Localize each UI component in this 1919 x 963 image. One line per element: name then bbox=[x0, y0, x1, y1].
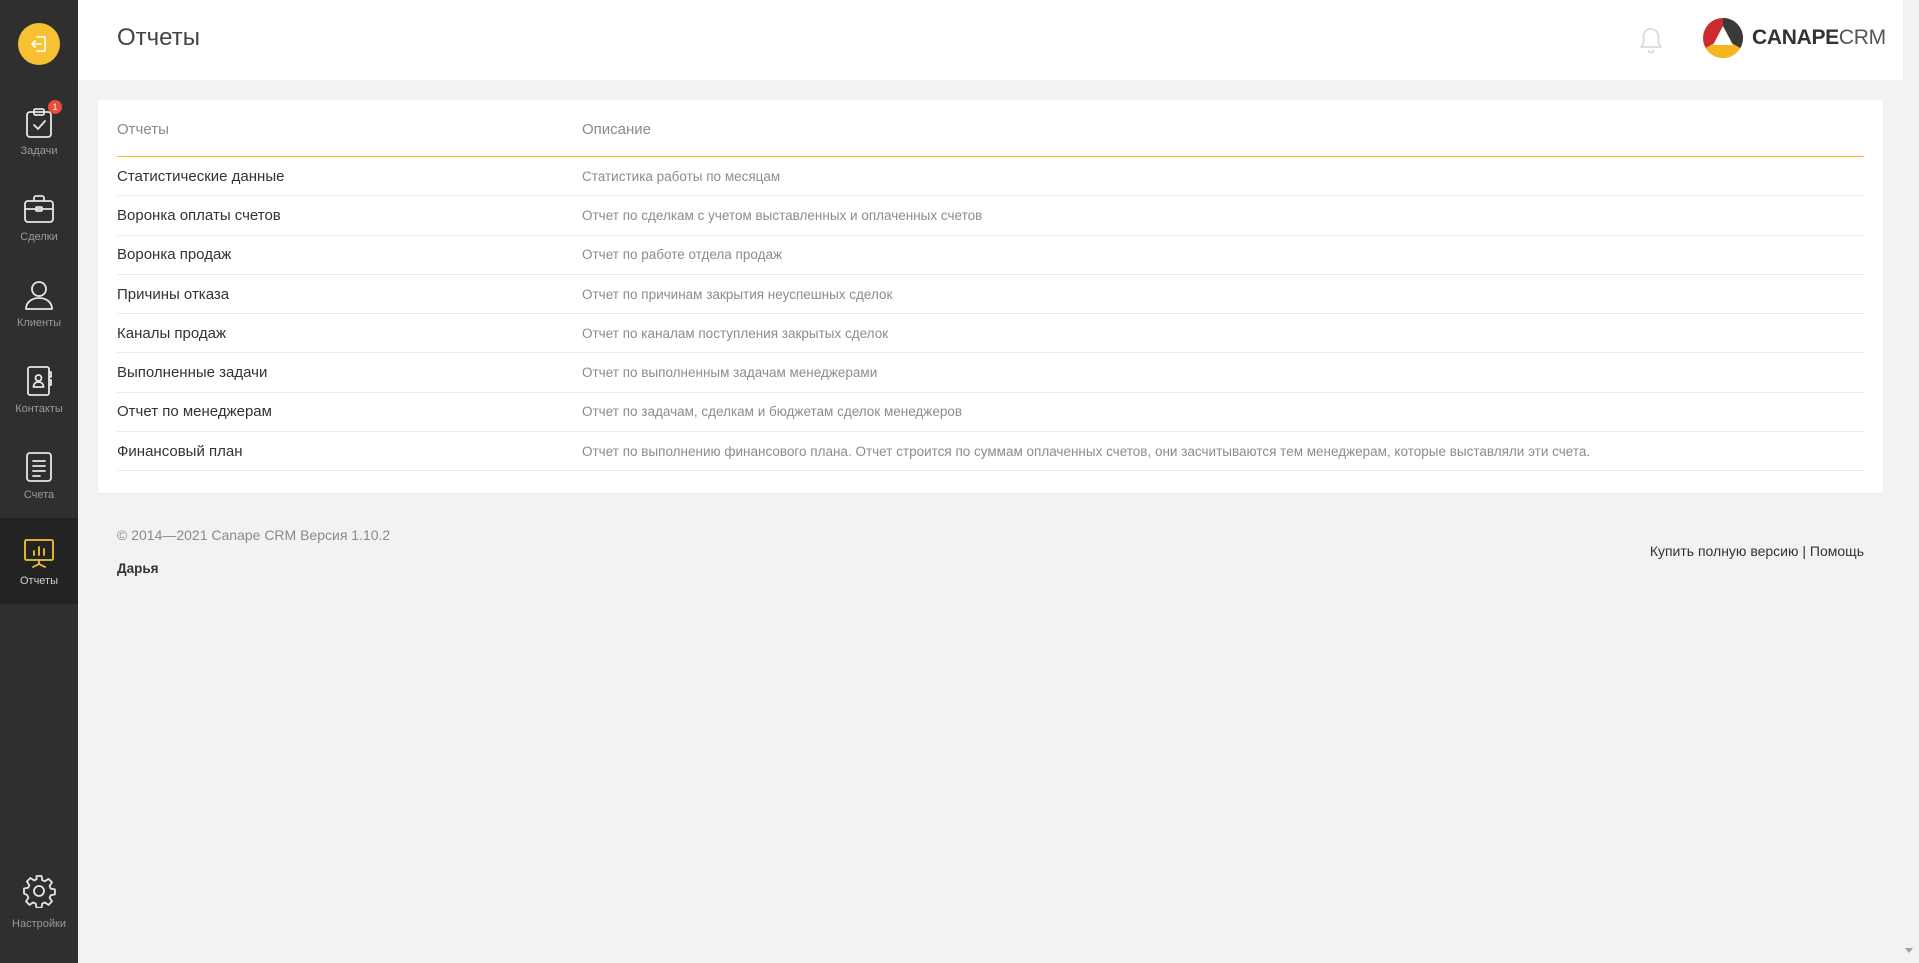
sidebar-item-label: Сделки bbox=[20, 230, 58, 243]
sidebar-item-settings[interactable]: Настройки bbox=[0, 859, 78, 945]
gear-icon bbox=[23, 875, 56, 909]
page-title: Отчеты bbox=[117, 24, 200, 51]
column-header-report: Отчеты bbox=[117, 120, 169, 138]
icon-wrap bbox=[22, 364, 56, 398]
sidebar-item-label: Контакты bbox=[15, 402, 63, 415]
table-row[interactable]: Статистические данные Статистика работы п… bbox=[117, 157, 1864, 197]
sidebar-item-contacts[interactable]: Контакты bbox=[0, 346, 78, 432]
report-description: Отчет по сделкам с учетом выставленных и… bbox=[582, 207, 983, 223]
sidebar-item-label: Счета bbox=[23, 488, 55, 501]
chart-board-icon bbox=[24, 538, 54, 568]
report-description: Отчет по причинам закрытия неуспешных сд… bbox=[582, 286, 893, 302]
logo-text-bold: CANAPE bbox=[1752, 26, 1839, 49]
document-icon bbox=[26, 451, 52, 482]
column-header-description: Описание bbox=[582, 120, 652, 138]
logo-text: CANAPECRM bbox=[1752, 26, 1886, 50]
report-name[interactable]: Каналы продаж bbox=[117, 325, 582, 342]
report-name[interactable]: Воронка продаж bbox=[117, 246, 582, 263]
logout-button[interactable] bbox=[18, 23, 60, 65]
reports-table: Отчеты Описание Статистические данные Ста… bbox=[117, 100, 1864, 472]
buy-full-version-link[interactable]: Купить полную версию bbox=[1650, 543, 1799, 559]
sidebar-item-label: Отчеты bbox=[19, 574, 59, 587]
app-root: 1 Задачи Сделки Клиенты Контакты Счета О… bbox=[0, 0, 1919, 963]
icon-wrap bbox=[22, 192, 56, 226]
help-link[interactable]: Помощь bbox=[1810, 543, 1864, 559]
footer-separator: | bbox=[1802, 543, 1807, 559]
sidebar-item-deals[interactable]: Сделки bbox=[0, 174, 78, 260]
footer-links: Купить полную версию | Помощь bbox=[1650, 543, 1864, 559]
icon-wrap: 1 bbox=[22, 99, 62, 140]
sidebar-item-reports[interactable]: Отчеты bbox=[0, 518, 78, 604]
report-description: Отчет по выполненным задачам менеджерами bbox=[582, 365, 878, 381]
icon-wrap bbox=[22, 536, 56, 570]
sidebar-item-invoices[interactable]: Счета bbox=[0, 432, 78, 518]
copyright-text: © 2014—2021 Canape CRM Версия 1.10.2 bbox=[117, 527, 391, 543]
brand-logo: CANAPECRM bbox=[1702, 16, 1886, 60]
icon-wrap bbox=[22, 874, 56, 913]
icon-wrap bbox=[22, 450, 56, 484]
table-row[interactable]: Причины отказа Отчет по причинам закрытия… bbox=[117, 275, 1864, 315]
report-name[interactable]: Финансовый план bbox=[117, 443, 582, 460]
report-description: Отчет по каналам поступления закрытых сд… bbox=[582, 325, 889, 341]
contact-book-icon bbox=[27, 365, 52, 396]
table-row[interactable]: Каналы продаж Отчет по каналам поступлени… bbox=[117, 314, 1864, 354]
table-header: Отчеты Описание bbox=[117, 100, 1864, 157]
table-row[interactable]: Финансовый план Отчет по выполнению финан… bbox=[117, 432, 1864, 472]
sidebar-item-label: Задачи bbox=[20, 144, 58, 157]
page-scrollbar[interactable] bbox=[1903, 0, 1919, 963]
table-row[interactable]: Воронка оплаты счетов Отчет по сделкам с … bbox=[117, 196, 1864, 236]
logo-text-light: CRM bbox=[1838, 26, 1886, 49]
sidebar-item-label: Настройки bbox=[12, 918, 66, 930]
logout-icon bbox=[31, 36, 46, 52]
sidebar-item-label: Клиенты bbox=[16, 316, 62, 329]
report-name[interactable]: Выполненные задачи bbox=[117, 364, 582, 381]
table-body: Статистические данные Статистика работы п… bbox=[117, 157, 1864, 472]
table-row[interactable]: Выполненные задачи Отчет по выполненным з… bbox=[117, 353, 1864, 393]
icon-wrap bbox=[22, 278, 56, 312]
report-description: Отчет по работе отдела продаж bbox=[582, 247, 782, 263]
table-row[interactable]: Воронка продаж Отчет по работе отдела про… bbox=[117, 236, 1864, 275]
briefcase-icon bbox=[24, 194, 54, 223]
scroll-down-arrow-icon[interactable] bbox=[1905, 948, 1913, 953]
tasks-badge: 1 bbox=[48, 99, 62, 114]
current-user-name: Дарья bbox=[117, 561, 159, 576]
report-description: Отчет по выполнению финансового плана. О… bbox=[582, 443, 1591, 459]
report-name[interactable]: Воронка оплаты счетов bbox=[117, 207, 582, 224]
canape-logo-icon bbox=[1703, 18, 1743, 58]
top-header: Отчеты CANAPECRM bbox=[78, 0, 1903, 80]
exit-wrap bbox=[0, 0, 78, 88]
report-description: Статистика работы по месяцам bbox=[582, 168, 781, 184]
sidebar: 1 Задачи Сделки Клиенты Контакты Счета О… bbox=[0, 0, 78, 963]
user-icon bbox=[25, 280, 53, 310]
bell-icon[interactable] bbox=[1638, 26, 1664, 54]
sidebar-item-clients[interactable]: Клиенты bbox=[0, 260, 78, 346]
report-name[interactable]: Отчет по менеджерам bbox=[117, 403, 582, 420]
table-row[interactable]: Отчет по менеджерам Отчет по задачам, сде… bbox=[117, 393, 1864, 433]
report-name[interactable]: Причины отказа bbox=[117, 286, 582, 303]
sidebar-item-tasks[interactable]: 1 Задачи bbox=[0, 88, 78, 174]
report-description: Отчет по задачам, сделкам и бюджетам сде… bbox=[582, 404, 963, 420]
report-name[interactable]: Статистические данные bbox=[117, 168, 582, 185]
reports-panel: Отчеты Описание Статистические данные Ста… bbox=[98, 100, 1883, 493]
